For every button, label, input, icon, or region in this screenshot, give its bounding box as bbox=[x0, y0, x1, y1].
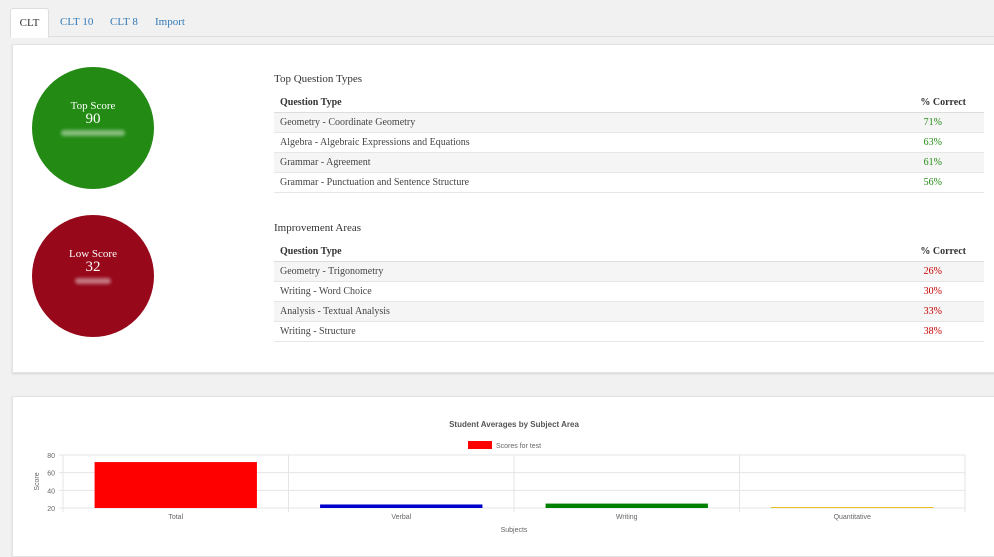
top-types-title: Top Question Types bbox=[274, 73, 363, 85]
question-type-cell: Geometry - Trigonometry bbox=[274, 261, 726, 282]
y-tick-label: 20 bbox=[47, 506, 55, 513]
top-score-value: 90 bbox=[85, 111, 101, 127]
table-row: Geometry - Coordinate Geometry 71% bbox=[274, 112, 984, 133]
question-type-cell: Analysis - Textual Analysis bbox=[274, 301, 726, 322]
x-tick-label: Writing bbox=[616, 514, 638, 521]
bar-total bbox=[94, 462, 257, 508]
table-row: Grammar - Agreement 61% bbox=[274, 152, 984, 173]
percent-cell: 61% bbox=[801, 152, 984, 173]
low-score-value: 32 bbox=[85, 259, 101, 275]
y-tick-label: 40 bbox=[47, 488, 55, 495]
bar-verbal bbox=[320, 504, 483, 508]
percent-cell: 26% bbox=[725, 261, 984, 282]
legend-swatch bbox=[468, 441, 492, 449]
table-header-row: Question Type % Correct bbox=[274, 92, 984, 113]
col-percent-correct: % Correct bbox=[801, 92, 984, 113]
top-score-student-name-redacted bbox=[61, 130, 125, 136]
tab-import[interactable]: Import bbox=[155, 8, 185, 36]
question-type-cell: Writing - Word Choice bbox=[274, 281, 726, 302]
percent-cell: 63% bbox=[801, 132, 984, 153]
low-score-circle: Low Score 32 bbox=[32, 215, 154, 337]
x-tick-label: Quantitative bbox=[834, 514, 871, 521]
table-row: Writing - Word Choice 30% bbox=[274, 281, 984, 302]
question-type-cell: Geometry - Coordinate Geometry bbox=[274, 112, 802, 133]
tab-bar: CLT CLT 10 CLT 8 Import bbox=[10, 8, 994, 38]
question-type-cell: Algebra - Algebraic Expressions and Equa… bbox=[274, 132, 802, 153]
top-score-circle: Top Score 90 bbox=[32, 67, 154, 189]
percent-cell: 33% bbox=[725, 301, 984, 322]
tab-clt-8[interactable]: CLT 8 bbox=[110, 8, 138, 36]
percent-cell: 30% bbox=[725, 281, 984, 302]
bar-writing bbox=[545, 503, 708, 508]
percent-cell: 71% bbox=[801, 112, 984, 133]
table-row: Analysis - Textual Analysis 33% bbox=[274, 301, 984, 322]
legend-label: Scores for test bbox=[496, 443, 541, 450]
col-question-type: Question Type bbox=[274, 241, 726, 262]
x-tick-label: Verbal bbox=[391, 514, 411, 521]
question-type-cell: Grammar - Agreement bbox=[274, 152, 802, 173]
table-row: Geometry - Trigonometry 26% bbox=[274, 261, 984, 282]
subject-averages-chart: Student Averages by Subject Area Scores f… bbox=[34, 420, 966, 534]
table-header-row: Question Type % Correct bbox=[274, 241, 984, 262]
y-tick-label: 80 bbox=[47, 453, 55, 460]
percent-cell: 38% bbox=[725, 321, 984, 342]
top-types-table: Question Type % Correct Geometry - Coord… bbox=[274, 92, 984, 193]
improvement-title: Improvement Areas bbox=[274, 222, 362, 234]
tab-clt-10[interactable]: CLT 10 bbox=[60, 8, 93, 36]
scores-panel: Top Score 90 Low Score 32 Top Question T… bbox=[12, 44, 994, 373]
col-percent-correct: % Correct bbox=[725, 241, 984, 262]
low-score-student-name-redacted bbox=[75, 278, 111, 284]
table-row: Writing - Structure 38% bbox=[274, 321, 984, 342]
bar-quantitative bbox=[771, 507, 934, 508]
y-tick-label: 60 bbox=[47, 471, 55, 478]
x-tick-label: Total bbox=[168, 514, 183, 521]
x-axis-label: Subjects bbox=[501, 527, 528, 534]
chart-title: Student Averages by Subject Area bbox=[449, 420, 579, 429]
chart-panel: Student Averages by Subject Area Scores f… bbox=[12, 396, 994, 557]
improvement-table: Question Type % Correct Geometry - Trigo… bbox=[274, 241, 984, 342]
question-type-cell: Grammar - Punctuation and Sentence Struc… bbox=[274, 172, 802, 193]
table-row: Grammar - Punctuation and Sentence Struc… bbox=[274, 172, 984, 193]
table-row: Algebra - Algebraic Expressions and Equa… bbox=[274, 132, 984, 153]
percent-cell: 56% bbox=[801, 172, 984, 193]
col-question-type: Question Type bbox=[274, 92, 802, 113]
y-axis-label: Score bbox=[34, 472, 41, 490]
question-type-cell: Writing - Structure bbox=[274, 321, 726, 342]
tab-clt[interactable]: CLT bbox=[10, 8, 49, 38]
